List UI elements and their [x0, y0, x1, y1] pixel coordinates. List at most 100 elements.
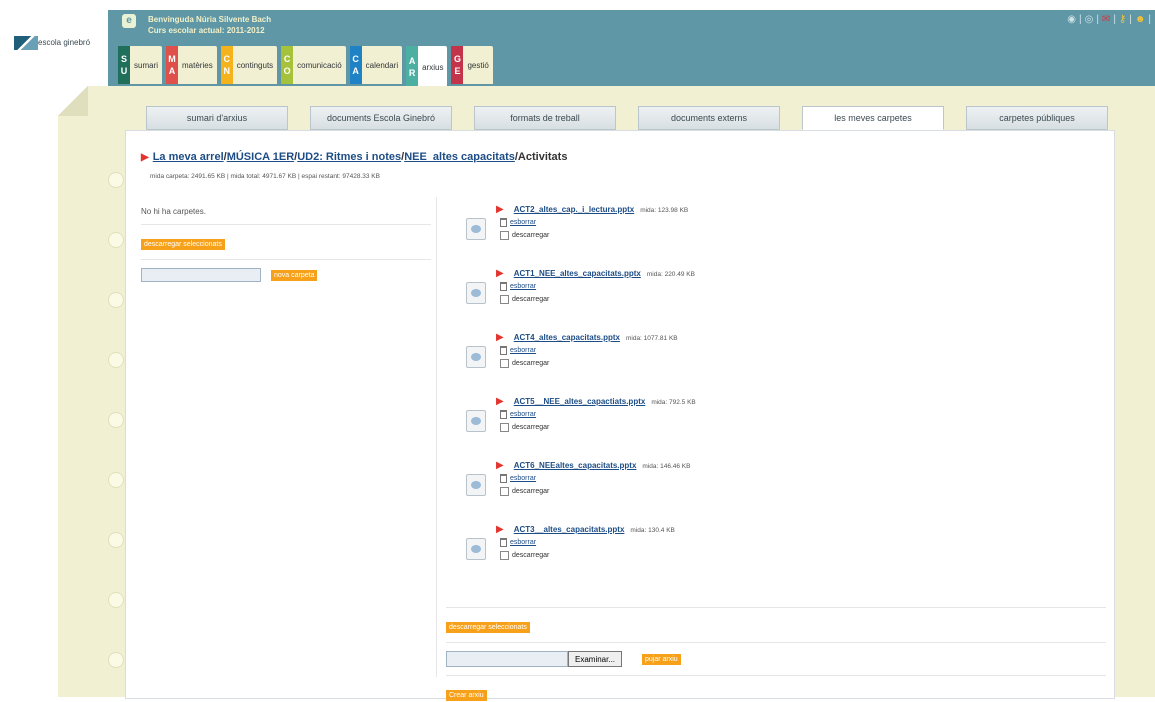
divider — [446, 607, 1106, 608]
tab-calendari[interactable]: C Acalendari — [349, 46, 403, 84]
browse-button[interactable]: Examinar... — [568, 651, 623, 667]
delete-label[interactable]: esborrar — [510, 475, 536, 482]
mail-icon[interactable]: ✉ — [1102, 14, 1110, 25]
file-name-link[interactable]: ACT6_NEEaltes_capacitats.pptx — [514, 461, 637, 470]
file-name-link[interactable]: ACT3__altes_capacitats.pptx — [514, 525, 625, 534]
download-label: descarregar — [512, 424, 550, 431]
download-checkbox[interactable] — [500, 487, 509, 496]
delete-link[interactable]: esborrar — [500, 410, 536, 419]
binder-hole — [108, 292, 124, 308]
file-name-line: ▶ ACT2_altes_cap._i_lectura.pptx mida: 123… — [496, 204, 688, 215]
tab-code-icon: CA — [349, 46, 362, 84]
tab-matèries[interactable]: M Amatèries — [166, 46, 217, 84]
arrow-right-icon: ▶ — [496, 396, 504, 407]
download-checkbox[interactable] — [500, 423, 509, 432]
user-icon[interactable]: ☻ — [1135, 14, 1146, 25]
globe-icon[interactable]: ◉ — [1067, 14, 1076, 25]
download-checkbox-row[interactable]: descarregar — [500, 487, 549, 496]
download-selected-button[interactable]: descarregar seleccionats — [446, 622, 530, 633]
breadcrumb-current: Activitats — [517, 151, 568, 163]
tab-label: calendari — [365, 60, 399, 70]
info-icon[interactable]: ◎ — [1085, 14, 1094, 25]
tab-documents-escola[interactable]: documents Escola Ginebró — [310, 106, 452, 130]
file-input[interactable]: Examinar... — [446, 651, 623, 667]
tab-comunicació[interactable]: C Ocomunicació — [281, 46, 346, 84]
tab-code-icon: SU — [118, 46, 130, 84]
download-checkbox[interactable] — [500, 231, 509, 240]
file-path-field[interactable] — [446, 651, 568, 667]
download-label: descarregar — [512, 488, 550, 495]
breadcrumb-link[interactable]: La meva arrel — [153, 151, 224, 163]
tab-label: arxius — [422, 62, 444, 72]
file-name-link[interactable]: ACT1_NEE_altes_capacitats.pptx — [514, 269, 641, 278]
breadcrumb-link[interactable]: MÚSICA 1ER — [227, 151, 294, 163]
file-item: ▶ ACT6_NEEaltes_capacitats.pptx mida: 146.… — [466, 460, 1066, 524]
file-list: ▶ ACT2_altes_cap._i_lectura.pptx mida: 123… — [466, 204, 1066, 588]
download-checkbox-row[interactable]: descarregar — [500, 359, 549, 368]
divider — [141, 259, 431, 260]
breadcrumb-link[interactable]: NEE_altes capacitats — [404, 151, 515, 163]
upload-panel: descarregar seleccionats Examinar... puj… — [446, 599, 1106, 702]
tab-label: sumari — [134, 60, 159, 70]
key-icon[interactable]: ⚷ — [1119, 14, 1126, 25]
tab-formats-treball[interactable]: formats de treball — [474, 106, 616, 130]
new-folder-button[interactable]: nova carpeta — [271, 269, 318, 281]
delete-link[interactable]: esborrar — [500, 346, 536, 355]
file-name-link[interactable]: ACT5__NEE_altes_capactiats.pptx — [514, 397, 646, 406]
file-size: mida: 146.46 KB — [642, 463, 691, 470]
new-folder-row: nova carpeta — [141, 268, 431, 282]
file-item: ▶ ACT3__altes_capacitats.pptx mida: 130.4 … — [466, 524, 1066, 588]
delete-label[interactable]: esborrar — [510, 219, 536, 226]
breadcrumb-link[interactable]: UD2: Ritmes i notes — [297, 151, 401, 163]
delete-label[interactable]: esborrar — [510, 283, 536, 290]
file-size: mida: 1077.81 KB — [625, 335, 678, 342]
header: e Benvinguda Núria Silvente Bach Curs es… — [108, 10, 1155, 90]
file-item: ▶ ACT5__NEE_altes_capactiats.pptx mida: 79… — [466, 396, 1066, 460]
delete-link[interactable]: esborrar — [500, 282, 536, 291]
binder-hole — [108, 232, 124, 248]
upload-button[interactable]: pujar arxiu — [642, 653, 681, 665]
tab-code-icon: GE — [451, 46, 464, 84]
trash-icon — [500, 218, 507, 227]
tab-les-meves-carpetes[interactable]: les meves carpetes — [802, 106, 944, 130]
trash-icon — [500, 346, 507, 355]
create-file-button[interactable]: Crear arxiu — [446, 690, 487, 701]
file-name-line: ▶ ACT5__NEE_altes_capactiats.pptx mida: 79… — [496, 396, 696, 407]
download-checkbox[interactable] — [500, 359, 509, 368]
delete-link[interactable]: esborrar — [500, 474, 536, 483]
trash-icon — [500, 410, 507, 419]
download-label: descarregar — [512, 360, 550, 367]
tab-carpetes-publiques[interactable]: carpetes públiques — [966, 106, 1108, 130]
upload-row: Examinar... pujar arxiu — [446, 651, 1106, 667]
tab-continguts[interactable]: C Ncontinguts — [220, 46, 278, 84]
tab-code-icon: MA — [166, 46, 179, 84]
tab-sumari-arxius[interactable]: sumari d'arxius — [146, 106, 288, 130]
welcome-text: Benvinguda Núria Silvente Bach — [148, 15, 272, 24]
file-name-link[interactable]: ACT4_altes_capacitats.pptx — [514, 333, 620, 342]
logo[interactable]: escola ginebró — [0, 0, 108, 82]
delete-label[interactable]: esborrar — [510, 539, 536, 546]
delete-link[interactable]: esborrar — [500, 218, 536, 227]
download-checkbox-row[interactable]: descarregar — [500, 551, 549, 560]
file-name-link[interactable]: ACT2_altes_cap._i_lectura.pptx — [514, 205, 635, 214]
trash-icon — [500, 474, 507, 483]
tab-code-icon: CO — [281, 46, 294, 84]
download-checkbox[interactable] — [500, 295, 509, 304]
size-info: mida carpeta: 2491.65 KB | mida total: 4… — [150, 173, 380, 180]
download-checkbox[interactable] — [500, 551, 509, 560]
download-checkbox-row[interactable]: descarregar — [500, 295, 549, 304]
download-selected-button[interactable]: descarregar seleccionats — [141, 239, 225, 250]
tab-gestió[interactable]: G Egestió — [451, 46, 493, 84]
download-checkbox-row[interactable]: descarregar — [500, 231, 549, 240]
tab-arxius[interactable]: A Rarxius — [406, 46, 448, 88]
tab-sumari[interactable]: S U sumari — [118, 46, 163, 84]
download-checkbox-row[interactable]: descarregar — [500, 423, 549, 432]
delete-label[interactable]: esborrar — [510, 411, 536, 418]
binder-hole — [108, 172, 124, 188]
file-item: ▶ ACT1_NEE_altes_capacitats.pptx mida: 220… — [466, 268, 1066, 332]
arrow-right-icon: ▶ — [496, 524, 504, 535]
delete-link[interactable]: esborrar — [500, 538, 536, 547]
tab-documents-externs[interactable]: documents externs — [638, 106, 780, 130]
new-folder-input[interactable] — [141, 268, 261, 282]
delete-label[interactable]: esborrar — [510, 347, 536, 354]
